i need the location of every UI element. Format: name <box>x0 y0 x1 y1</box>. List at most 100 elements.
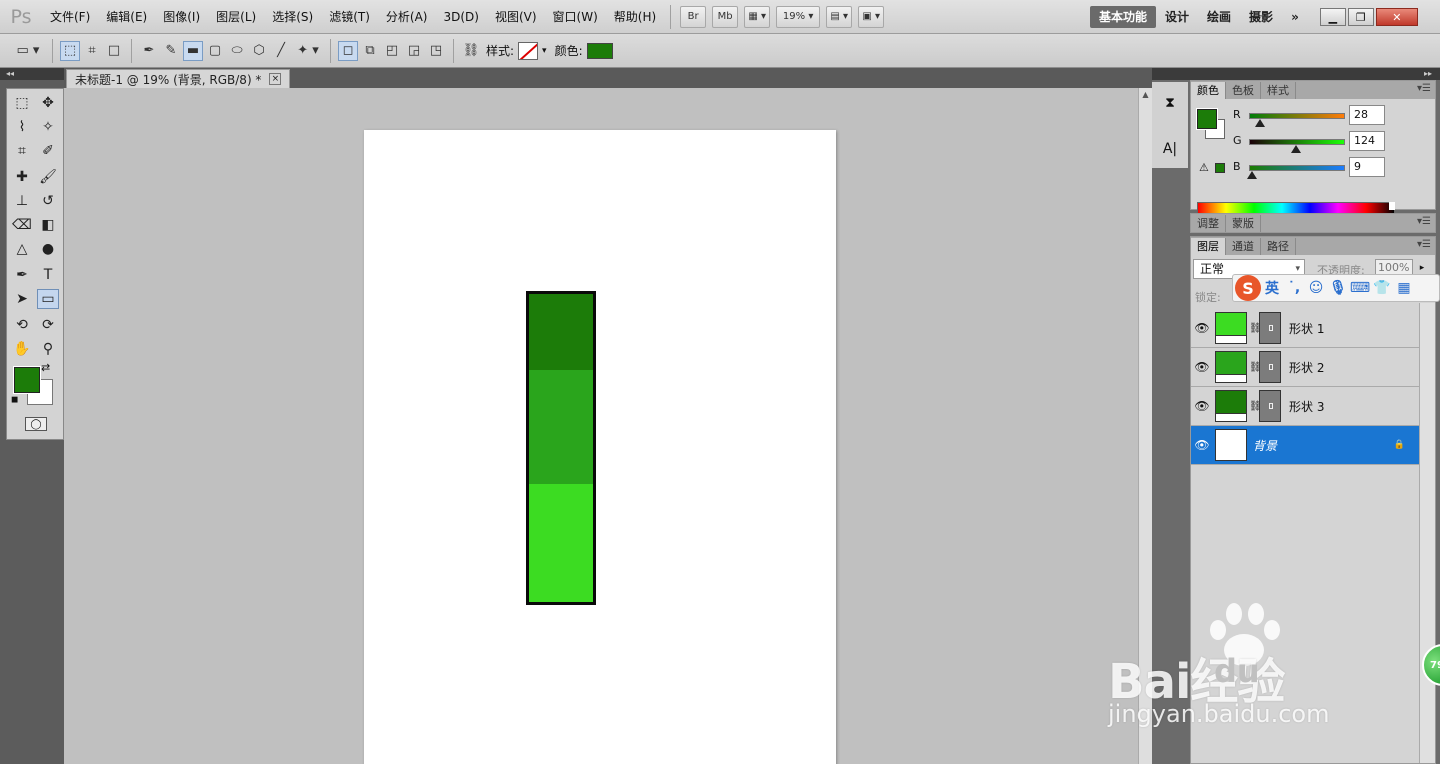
gradient-tool-icon[interactable]: ◧ <box>37 215 59 235</box>
layer-row[interactable]: 👁 ⛓ 形状 3 <box>1191 387 1419 426</box>
menu-item-8[interactable]: 视图(V) <box>487 0 545 34</box>
menu-item-1[interactable]: 编辑(E) <box>98 0 155 34</box>
freeform-pen-option[interactable]: ✎ <box>161 41 181 61</box>
brush-tool-icon[interactable]: 🖌 <box>37 167 59 187</box>
menu-item-0[interactable]: 文件(F) <box>42 0 98 34</box>
channel-value-input[interactable]: 9 <box>1349 157 1385 177</box>
skin-icon[interactable]: 👕 <box>1371 277 1393 299</box>
workspace-painting[interactable]: 绘画 <box>1198 6 1240 28</box>
tab-adjustments[interactable]: 调整 <box>1191 215 1226 232</box>
canvas-area[interactable] <box>64 88 1138 764</box>
panel-menu-icon[interactable]: ▾☰ <box>1417 83 1431 94</box>
paths-mode[interactable]: ⌗ <box>82 41 102 61</box>
new-layer-mode[interactable]: ◻ <box>338 40 358 61</box>
arrange-documents-button[interactable]: ▤ ▾ <box>826 5 853 28</box>
swap-colors-icon[interactable]: ⇄ <box>41 361 50 374</box>
zoom-level-dropdown[interactable]: 19% ▾ <box>776 5 821 28</box>
character-panel-icon[interactable]: A| <box>1159 138 1181 160</box>
channel-value-input[interactable]: 124 <box>1349 131 1385 151</box>
healing-brush-tool-icon[interactable]: ✚ <box>11 167 33 187</box>
right-panels-collapse-bar[interactable]: ▸▸ <box>1188 68 1440 80</box>
close-button[interactable]: ✕ <box>1375 8 1418 26</box>
screen-mode-button[interactable]: ▣ ▾ <box>858 5 885 28</box>
3d-rotate-tool-icon[interactable]: ⟲ <box>11 315 33 335</box>
emoji-icon[interactable]: ☺ <box>1305 277 1327 299</box>
zoom-tool-icon[interactable]: ⚲ <box>37 339 59 359</box>
minimize-button[interactable]: ▁ <box>1319 8 1346 26</box>
document-canvas[interactable] <box>364 130 836 764</box>
dodge-tool-icon[interactable]: ● <box>37 239 59 259</box>
workspace-more[interactable]: » <box>1282 6 1308 28</box>
view-extras-button[interactable]: ▦ ▾ <box>744 5 771 28</box>
menu-item-5[interactable]: 滤镜(T) <box>321 0 378 34</box>
layer-row[interactable]: 👁 背景 🔒 <box>1191 426 1419 465</box>
link-toggle[interactable]: ⛓ <box>461 41 481 61</box>
channel-value-input[interactable]: 28 <box>1349 105 1385 125</box>
ellipse-option[interactable]: ⬭ <box>227 41 247 61</box>
bridge-button[interactable]: Br <box>680 5 707 28</box>
shape-color-swatch[interactable] <box>586 42 613 59</box>
type-tool-icon[interactable]: T <box>37 265 59 285</box>
menu-item-2[interactable]: 图像(I) <box>155 0 208 34</box>
path-selection-tool-icon[interactable]: ➤ <box>11 289 33 309</box>
channel-slider-thumb[interactable] <box>1254 119 1265 127</box>
crop-tool-icon[interactable]: ⌗ <box>11 141 33 161</box>
history-panel-icon[interactable]: ⧗ <box>1159 92 1181 114</box>
menu-item-6[interactable]: 分析(A) <box>378 0 436 34</box>
menu-item-3[interactable]: 图层(L) <box>208 0 264 34</box>
default-colors-icon[interactable]: ◼ <box>11 395 18 405</box>
toolbox-icon[interactable]: ▦ <box>1393 277 1415 299</box>
rectangle-option[interactable]: ▬ <box>183 40 203 61</box>
shape-layers-mode[interactable]: ⬚ <box>60 40 80 61</box>
tab-channels[interactable]: 通道 <box>1226 238 1261 255</box>
polygon-option[interactable]: ⬡ <box>249 41 269 61</box>
mini-bridge-button[interactable]: Mb <box>712 5 739 28</box>
add-mode[interactable]: ⧉ <box>360 41 380 61</box>
toolbox-collapse-bar[interactable]: ◂◂ <box>0 68 64 80</box>
layer-row[interactable]: 👁 ⛓ 形状 2 <box>1191 348 1419 387</box>
exclude-mode[interactable]: ◳ <box>426 41 446 61</box>
tool-preset-picker[interactable]: ▭ ▾ <box>11 41 45 61</box>
pen-tool-icon[interactable]: ✒ <box>11 265 33 285</box>
hand-tool-icon[interactable]: ✋ <box>11 339 33 359</box>
tab-layers[interactable]: 图层 <box>1191 238 1226 255</box>
fill-pixels-mode[interactable]: □ <box>104 41 124 61</box>
layer-row[interactable]: 👁 ⛓ 形状 1 <box>1191 309 1419 348</box>
clone-stamp-tool-icon[interactable]: ⊥ <box>11 191 33 211</box>
visibility-eye-icon[interactable]: 👁 <box>1191 321 1213 335</box>
punctuation-icon[interactable]: ˙, <box>1283 277 1305 299</box>
pen-tool-option[interactable]: ✒ <box>139 41 159 61</box>
tab-styles[interactable]: 样式 <box>1261 82 1296 99</box>
canvas-vertical-scrollbar[interactable]: ▲ <box>1138 88 1152 764</box>
workspace-design[interactable]: 设计 <box>1156 6 1198 28</box>
3d-orbit-tool-icon[interactable]: ⟳ <box>37 315 59 335</box>
microphone-icon[interactable]: 🎙 <box>1327 277 1349 299</box>
channel-slider-thumb[interactable] <box>1247 171 1258 179</box>
foreground-color-swatch[interactable] <box>14 367 40 393</box>
panel-menu-icon[interactable]: ▾☰ <box>1417 216 1431 227</box>
close-document-icon[interactable]: × <box>269 73 282 85</box>
blur-tool-icon[interactable]: △ <box>11 239 33 259</box>
menu-item-10[interactable]: 帮助(H) <box>606 0 664 34</box>
shape-stack[interactable] <box>526 291 596 605</box>
restore-button[interactable]: ❐ <box>1347 8 1374 26</box>
layers-scrollbar[interactable] <box>1419 303 1435 763</box>
move-tool-icon[interactable]: ✥ <box>37 93 59 113</box>
shape-rect-1[interactable] <box>529 294 593 370</box>
document-tab[interactable]: 未标题-1 @ 19% (背景, RGB/8) * × <box>66 69 291 88</box>
line-option[interactable]: ╱ <box>271 41 291 61</box>
intersect-mode[interactable]: ◲ <box>404 41 424 61</box>
shape-rect-3[interactable] <box>529 484 593 602</box>
channel-slider-thumb[interactable] <box>1291 145 1302 153</box>
visibility-eye-icon[interactable]: 👁 <box>1191 399 1213 413</box>
menu-item-9[interactable]: 窗口(W) <box>545 0 606 34</box>
custom-shape-option[interactable]: ✦ ▾ <box>293 41 323 61</box>
ime-language-toggle[interactable]: 英 <box>1261 277 1283 299</box>
channel-slider-track[interactable] <box>1249 165 1345 171</box>
chevron-down-icon[interactable]: ▾ <box>542 46 547 56</box>
visibility-eye-icon[interactable]: 👁 <box>1191 438 1213 452</box>
rectangle-tool-icon[interactable]: ▭ <box>37 289 59 309</box>
eraser-tool-icon[interactable]: ⌫ <box>11 215 33 235</box>
eyedropper-tool-icon[interactable]: ✐ <box>37 141 59 161</box>
workspace-essentials[interactable]: 基本功能 <box>1090 6 1157 28</box>
